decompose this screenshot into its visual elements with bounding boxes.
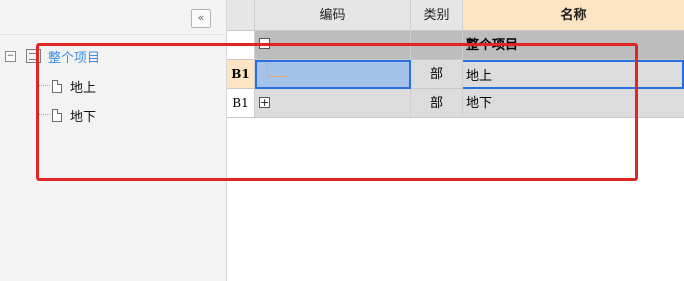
column-header-name[interactable]: 名称 xyxy=(463,0,684,31)
project-tree-panel: « − 整个项目 地上 地下 xyxy=(0,0,227,281)
row-expand-toggle[interactable]: + xyxy=(259,97,270,108)
tree-connector xyxy=(38,114,50,115)
hierarchy-line xyxy=(267,62,268,76)
category-cell[interactable]: 部 xyxy=(411,60,463,89)
document-icon xyxy=(52,79,62,93)
project-icon xyxy=(26,49,41,63)
table-row[interactable]: B1 + 部 地下 xyxy=(227,89,684,118)
tree-item-above-ground[interactable]: 地上 xyxy=(52,77,97,96)
category-cell[interactable] xyxy=(411,31,463,60)
collapse-panel-button[interactable]: « xyxy=(191,9,211,28)
name-cell[interactable]: 整个项目 xyxy=(463,31,684,60)
category-cell[interactable]: 部 xyxy=(411,89,463,118)
row-index-cell[interactable]: B1 xyxy=(227,60,255,89)
row-index-cell[interactable]: B1 xyxy=(227,89,255,118)
grid-corner-header[interactable] xyxy=(227,0,255,31)
tree-item-label: 地下 xyxy=(70,109,97,125)
tree-item-below-ground[interactable]: 地下 xyxy=(52,106,97,125)
tree-item-label: 地上 xyxy=(70,80,97,96)
tree-collapse-toggle[interactable]: − xyxy=(5,50,16,62)
panel-divider xyxy=(0,34,224,35)
code-cell[interactable]: − xyxy=(255,31,411,60)
code-cell[interactable]: + xyxy=(255,89,411,118)
name-cell[interactable]: 地下 xyxy=(463,89,684,118)
row-index-cell[interactable] xyxy=(227,31,255,60)
table-row[interactable]: B1 部 地上 xyxy=(227,60,684,89)
tree-item-label: 整个项目 xyxy=(48,50,101,66)
document-icon xyxy=(52,108,62,122)
hierarchy-line xyxy=(267,76,287,77)
tree-connector xyxy=(38,85,50,86)
name-cell[interactable]: 地上 xyxy=(463,60,684,89)
code-cell-selected[interactable] xyxy=(255,60,411,89)
column-header-code[interactable]: 编码 xyxy=(255,0,411,31)
tree-item-whole-project[interactable]: − 整个项目 xyxy=(5,46,100,66)
row-collapse-toggle[interactable]: − xyxy=(259,38,270,49)
double-chevron-left-icon: « xyxy=(197,11,205,24)
table-row[interactable]: − 整个项目 xyxy=(227,31,684,60)
column-header-category[interactable]: 类别 xyxy=(411,0,463,31)
data-grid: 编码 类别 名称 − 整个项目 B1 部 地上 B1 + 部 地下 xyxy=(227,0,684,281)
tree-connector xyxy=(38,66,39,114)
